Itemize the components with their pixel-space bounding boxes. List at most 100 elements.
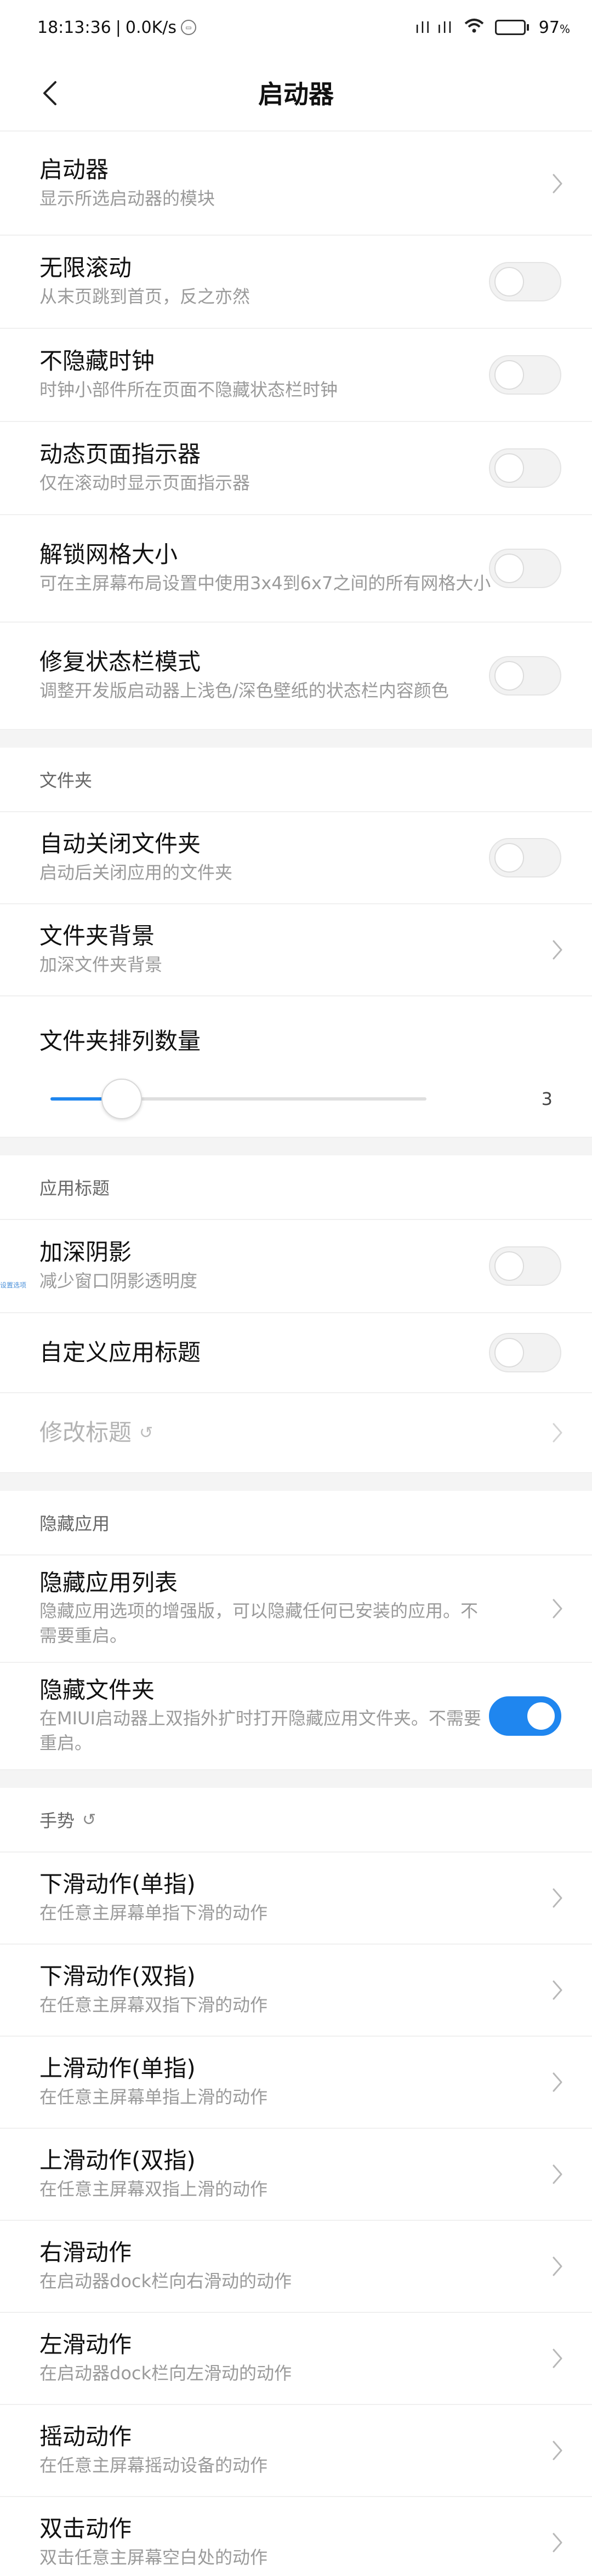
section-divider <box>0 1138 592 1155</box>
toggle-switch[interactable] <box>489 262 561 301</box>
setting-subtitle: 双击任意主屏幕空白处的动作 <box>39 2546 268 2568</box>
setting-title: 左滑动作 <box>39 2331 132 2358</box>
setting-title: 下滑动作(双指) <box>39 1963 196 1990</box>
folder-columns-slider-row: 文件夹排列数量 3 <box>0 996 592 1138</box>
setting-title: 摇动动作 <box>39 2423 132 2450</box>
battery-percent: 97% <box>538 18 570 37</box>
slider-handle[interactable] <box>101 1079 143 1119</box>
chevron-right-icon <box>551 1422 563 1444</box>
setting-subtitle: 在启动器dock栏向右滑动的动作 <box>39 2270 292 2292</box>
setting-item[interactable]: 启动器显示所选启动器的模块 <box>0 133 592 236</box>
setting-item[interactable]: 文件夹背景加深文件夹背景 <box>0 904 592 996</box>
setting-subtitle: 仅在滚动时显示页面指示器 <box>39 472 251 493</box>
setting-item[interactable]: 双击动作双击任意主屏幕空白处的动作 <box>0 2497 592 2576</box>
setting-item[interactable]: 下滑动作(双指) 在任意主屏幕双指下滑的动作 <box>0 1945 592 2037</box>
toggle-switch[interactable] <box>489 1696 561 1736</box>
setting-title: 自动关闭文件夹 <box>39 830 201 858</box>
setting-subtitle: 从末页跳到首页，反之亦然 <box>39 286 251 307</box>
edit-title-item[interactable]: 修改标题 ↺ <box>0 1393 592 1473</box>
setting-title: 双击动作 <box>39 2515 132 2543</box>
setting-item[interactable]: 修复状态栏模式调整开发版启动器上浅色/深色壁纸的状态栏内容颜色 <box>0 623 592 730</box>
setting-title: 隐藏应用列表 <box>39 1569 178 1596</box>
chevron-right-icon <box>551 173 563 195</box>
slider-title: 文件夹排列数量 <box>39 1028 201 1055</box>
setting-item[interactable]: 上滑动作(双指) 在任意主屏幕双指上滑的动作 <box>0 2129 592 2221</box>
cellular-signal-icon: ıll ıll <box>415 18 453 37</box>
reset-icon: ↺ <box>139 1423 153 1443</box>
setting-item[interactable]: 自定义应用标题 <box>0 1313 592 1393</box>
setting-title: 上滑动作(单指) <box>39 2055 196 2082</box>
section-divider <box>0 1770 592 1788</box>
back-button[interactable] <box>33 77 66 110</box>
setting-subtitle: 调整开发版启动器上浅色/深色壁纸的状态栏内容颜色 <box>39 680 449 701</box>
chevron-right-icon <box>551 2071 563 2093</box>
toggle-switch[interactable] <box>489 549 561 588</box>
setting-title: 文件夹背景 <box>39 922 155 950</box>
setting-title: 不隐藏时钟 <box>39 347 155 375</box>
chevron-right-icon <box>551 2347 563 2369</box>
setting-subtitle: 显示所选启动器的模块 <box>39 187 215 209</box>
toggle-knob <box>494 360 524 390</box>
setting-subtitle: 可在主屏幕布局设置中使用3x4到6x7之间的所有网格大小 <box>39 572 491 594</box>
setting-item[interactable]: 右滑动作 在启动器dock栏向右滑动的动作 <box>0 2221 592 2313</box>
title-bar: 启动器 <box>0 55 592 132</box>
status-left: 18:13:36 | 0.0K/s ▭ <box>37 18 196 37</box>
setting-title: 修改标题 <box>39 1418 132 1446</box>
chevron-right-icon <box>551 2163 563 2185</box>
setting-title: 上滑动作(双指) <box>39 2147 196 2174</box>
reset-icon[interactable]: ↺ <box>82 1810 96 1830</box>
setting-item[interactable]: 不隐藏时钟时钟小部件所在页面不隐藏状态栏时钟 <box>0 329 592 422</box>
toggle-switch[interactable] <box>489 838 561 877</box>
setting-item[interactable]: 无限滚动 从末页跳到首页，反之亦然 <box>0 236 592 329</box>
toggle-switch[interactable] <box>489 448 561 488</box>
chevron-right-icon <box>551 1979 563 2001</box>
setting-subtitle: 在MIUI启动器上双指外扩时打开隐藏应用文件夹。不需要重启。 <box>39 1708 481 1754</box>
setting-item[interactable]: 动态页面指示器仅在滚动时显示页面指示器 <box>0 422 592 515</box>
section-header: 文件夹 <box>0 748 592 812</box>
setting-title: 隐藏文件夹 <box>39 1677 155 1703</box>
setting-item[interactable]: 加深阴影 减少窗口阴影透明度 <box>0 1220 592 1313</box>
section-header-label: 应用标题 <box>39 1178 110 1199</box>
setting-item[interactable]: 解锁网格大小 可在主屏幕布局设置中使用3x4到6x7之间的所有网格大小 <box>0 515 592 623</box>
setting-title: 修复状态栏模式 <box>39 648 201 676</box>
toggle-knob <box>494 554 524 583</box>
chevron-right-icon <box>551 1887 563 1909</box>
status-right: ıll ıll 97% <box>415 17 570 38</box>
chevron-right-icon <box>551 2255 563 2277</box>
wifi-icon <box>463 17 485 38</box>
toggle-switch[interactable] <box>489 355 561 395</box>
toggle-knob <box>526 1701 556 1731</box>
setting-item[interactable]: 自动关闭文件夹启动后关闭应用的文件夹 <box>0 812 592 904</box>
setting-title: 启动器 <box>39 156 109 184</box>
chevron-right-icon <box>551 939 563 961</box>
toggle-knob <box>494 1338 524 1367</box>
toggle-switch[interactable] <box>489 1246 561 1286</box>
toggle-switch[interactable] <box>489 656 561 696</box>
setting-item[interactable]: 左滑动作 在启动器dock栏向左滑动的动作 <box>0 2313 592 2405</box>
setting-subtitle: 在任意主屏幕单指上滑的动作 <box>39 2086 268 2107</box>
setting-item[interactable]: 摇动动作 在任意主屏幕摇动设备的动作 <box>0 2405 592 2497</box>
battery-icon <box>494 20 529 35</box>
setting-title: 动态页面指示器 <box>39 441 201 468</box>
section-header: 应用标题 <box>0 1155 592 1220</box>
toggle-switch[interactable] <box>489 1333 561 1372</box>
setting-item[interactable]: 隐藏文件夹在MIUI启动器上双指外扩时打开隐藏应用文件夹。不需要重启。 <box>0 1663 592 1770</box>
setting-item[interactable]: 下滑动作(单指) 在任意主屏幕单指下滑的动作 <box>0 1853 592 1945</box>
status-bar: 18:13:36 | 0.0K/s ▭ ıll ıll 97% <box>0 0 592 55</box>
section-header: 隐藏应用 <box>0 1491 592 1555</box>
status-separator: | <box>115 18 121 37</box>
setting-subtitle: 在任意主屏幕双指上滑的动作 <box>39 2178 268 2199</box>
back-arrow-icon <box>43 81 56 105</box>
setting-subtitle: 在任意主屏幕双指下滑的动作 <box>39 1994 268 2015</box>
section-header-label: 隐藏应用 <box>39 1513 110 1534</box>
chevron-right-icon <box>551 2532 563 2554</box>
setting-subtitle: 加深文件夹背景 <box>39 954 163 975</box>
setting-item[interactable]: 隐藏应用列表 隐藏应用选项的增强版，可以隐藏任何已安装的应用。不需要重启。 <box>0 1555 592 1663</box>
clock: 18:13:36 <box>37 18 111 37</box>
setting-subtitle: 时钟小部件所在页面不隐藏状态栏时钟 <box>39 379 338 400</box>
section-header: 手势 ↺ <box>0 1788 592 1853</box>
toggle-knob <box>494 661 524 691</box>
setting-subtitle: 启动后关闭应用的文件夹 <box>39 862 233 883</box>
setting-item[interactable]: 上滑动作(单指) 在任意主屏幕单指上滑的动作 <box>0 2037 592 2129</box>
setting-subtitle: 减少窗口阴影透明度 <box>39 1270 198 1291</box>
